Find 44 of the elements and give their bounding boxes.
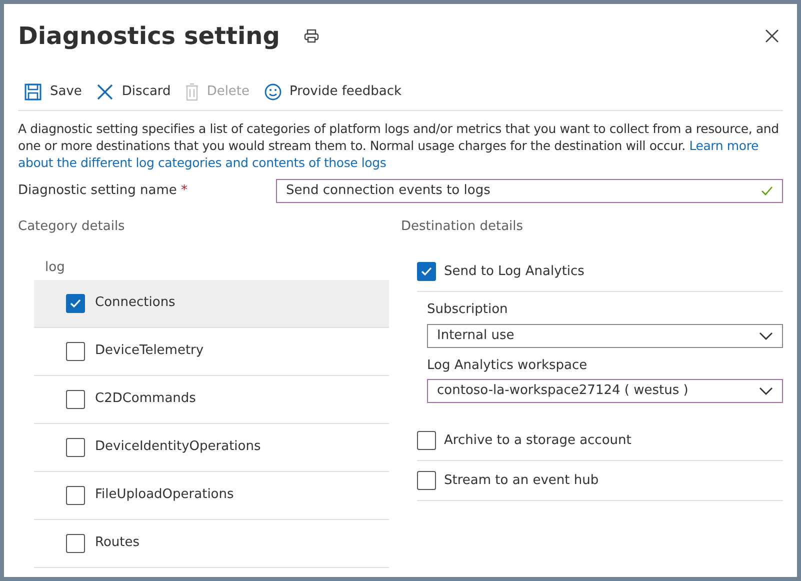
checkbox[interactable]: [66, 438, 85, 456]
field-label: Log Analytics workspace: [427, 356, 588, 374]
checkbox[interactable]: [66, 534, 85, 552]
panel-title: Diagnostics setting: [18, 21, 280, 52]
category-row[interactable]: Routes: [34, 520, 389, 568]
section-heading: Destination details: [401, 218, 524, 236]
field-label: Diagnostic setting name *: [18, 182, 189, 200]
section-heading: Category details: [18, 218, 126, 236]
checkbox[interactable]: [417, 262, 436, 281]
checkmark-icon: [69, 296, 82, 310]
dropdown[interactable]: contoso-la-workspace27124 ( westus ): [427, 379, 783, 403]
group-label: log: [44, 259, 66, 277]
toolbar-button[interactable]: Save: [24, 82, 82, 102]
category-row[interactable]: DeviceTelemetry: [34, 328, 389, 376]
learn-more-link[interactable]: Learn more: [689, 138, 758, 152]
checkbox[interactable]: [66, 342, 85, 360]
category-row[interactable]: Connections: [34, 280, 389, 328]
learn-more-link[interactable]: about the different log categories and contents of those logs: [18, 154, 386, 170]
checkbox[interactable]: [66, 294, 85, 312]
close-icon: [96, 82, 114, 101]
setting-name-field[interactable]: Send connection events to logs: [276, 178, 783, 202]
category-row[interactable]: DeviceIdentityOperations: [34, 424, 389, 472]
printer-icon[interactable]: [304, 29, 319, 43]
dropdown[interactable]: Internal use: [427, 324, 783, 348]
category-row[interactable]: C2DCommands: [34, 376, 389, 424]
toolbar-button[interactable]: Provide feedback: [264, 82, 402, 102]
trash-icon: [184, 82, 199, 101]
category-row[interactable]: FileUploadOperations: [34, 472, 389, 520]
checkbox[interactable]: [66, 390, 85, 408]
smiley-icon: [264, 82, 282, 101]
chevron-down-icon: [759, 332, 773, 340]
chevron-down-icon: [759, 387, 773, 395]
destination-option[interactable]: Stream to an event hub: [417, 461, 783, 501]
destination-option[interactable]: Archive to a storage account: [417, 421, 783, 461]
save-icon: [24, 82, 42, 101]
checkmark-icon: [420, 265, 433, 278]
destination-option[interactable]: Send to Log Analytics: [417, 252, 783, 292]
checkbox[interactable]: [66, 486, 85, 504]
checkbox[interactable]: [417, 471, 436, 490]
field-label: Subscription: [427, 301, 509, 319]
toolbar-button[interactable]: Discard: [96, 82, 171, 102]
description-text: A diagnostic setting specifies a list of categories of platform logs and/or metrics that you want to collect from a resource, and one or more destinations that you would stream them to. Normal usage charges for the destination will occur. Learn more about the different log categories and contents of those logs: [18, 120, 780, 170]
close-icon[interactable]: [765, 29, 779, 43]
checkbox[interactable]: [417, 431, 436, 450]
